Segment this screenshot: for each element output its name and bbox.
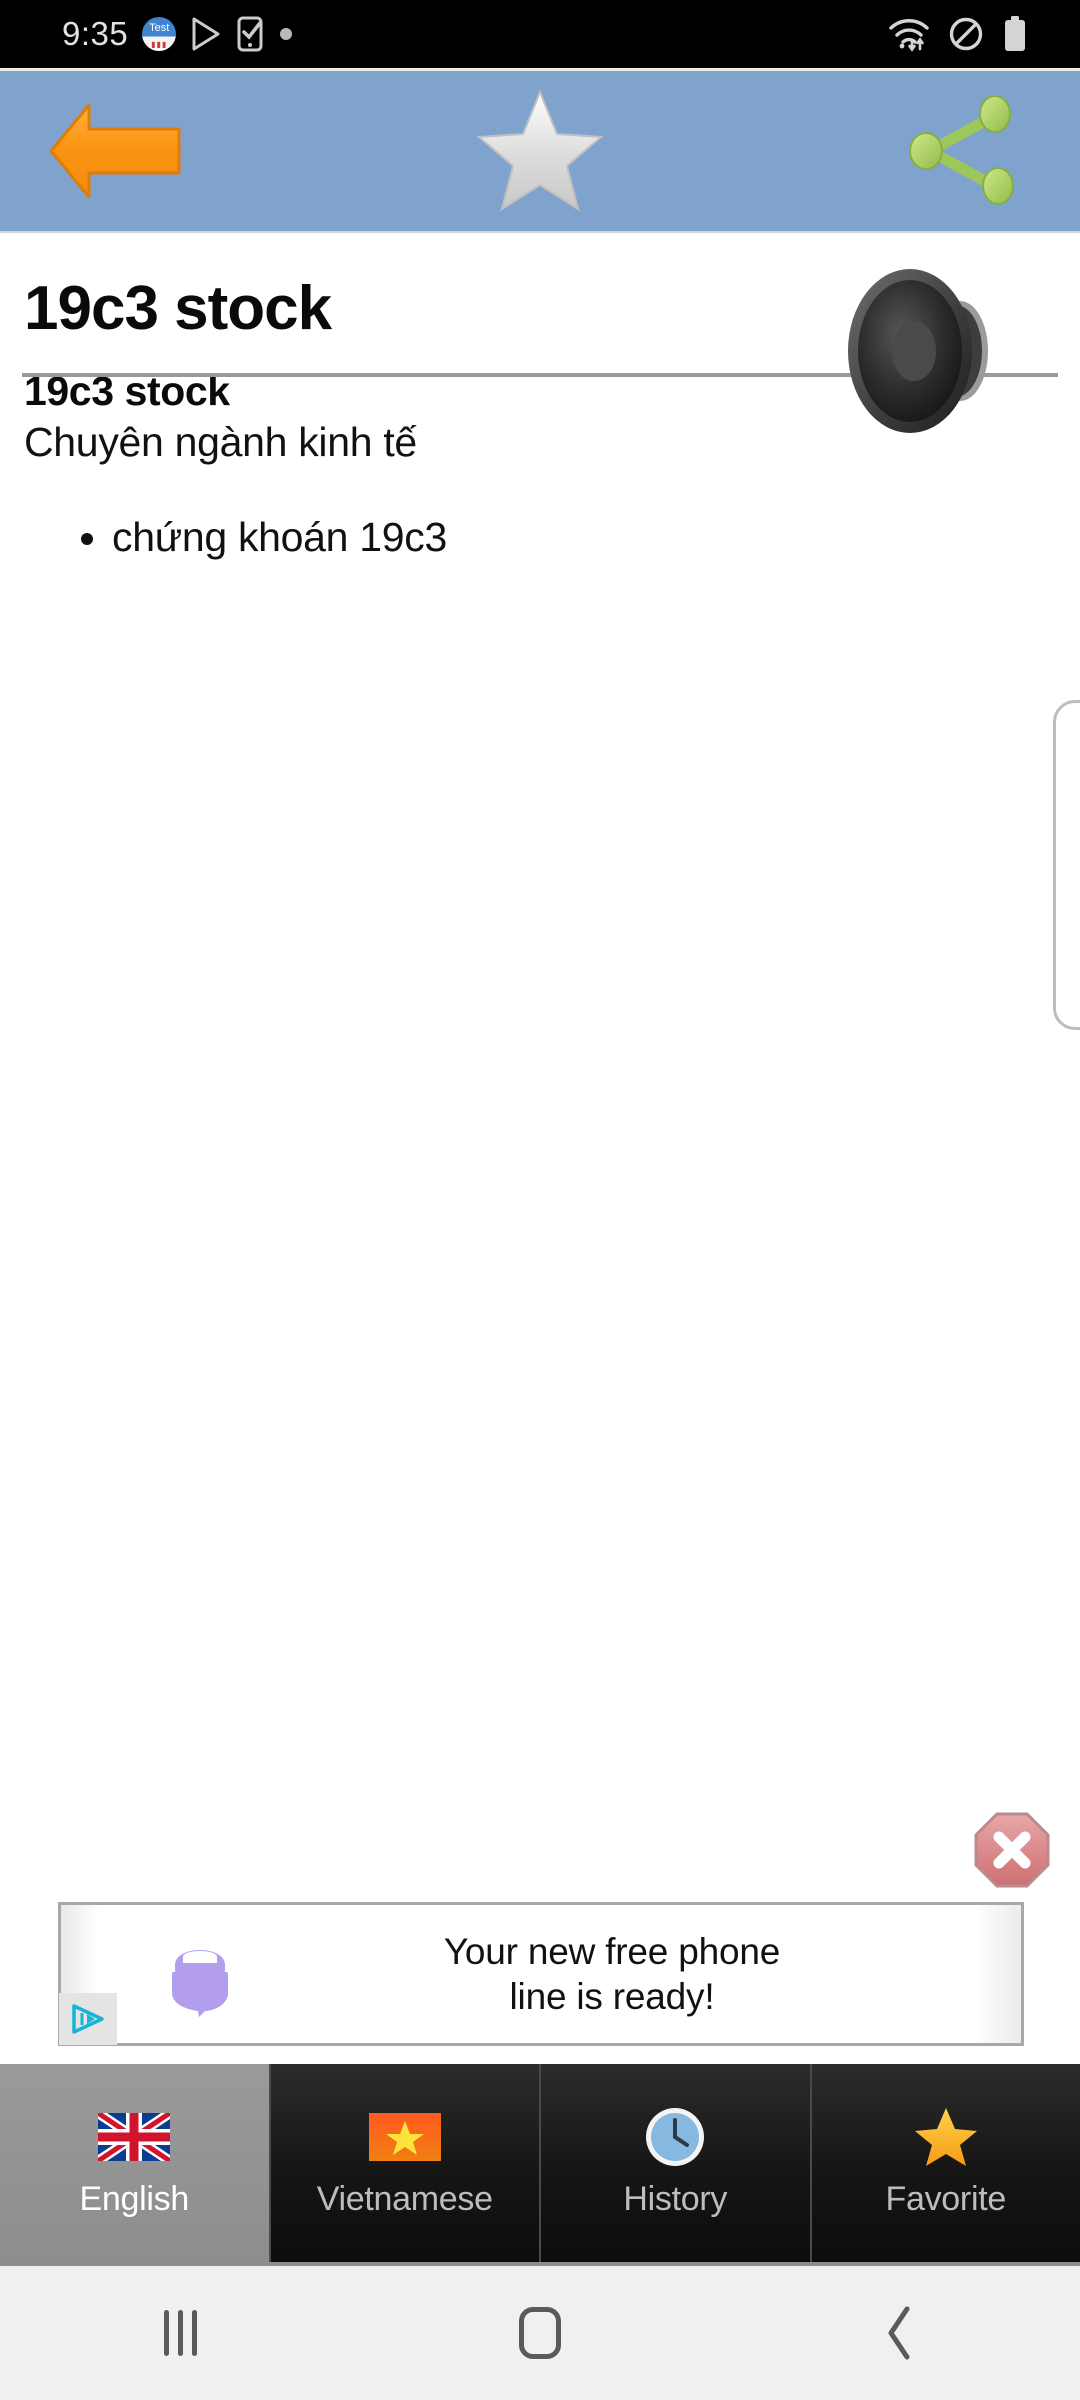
do-not-disturb-icon xyxy=(949,17,983,51)
tab-english[interactable]: English xyxy=(0,2064,271,2262)
tab-favorite-label: Favorite xyxy=(885,2179,1007,2218)
list-item: chứng khoán 19c3 xyxy=(112,510,1080,565)
ad-close-button[interactable] xyxy=(974,1812,1050,1888)
battery-icon xyxy=(1005,16,1025,51)
play-store-icon xyxy=(192,17,220,51)
wifi-icon xyxy=(889,19,929,52)
share-button[interactable] xyxy=(872,69,1052,234)
chat-bubble-icon xyxy=(157,1931,243,2017)
tab-vietnamese[interactable]: Vietnamese xyxy=(270,2064,541,2262)
star-filled-icon xyxy=(909,2107,983,2166)
tab-history[interactable]: History xyxy=(541,2064,812,2262)
screen: 9:35 Test ▮▮▮ 19c3 stock 19c3 stock Chuy… xyxy=(0,0,1080,2400)
back-arrow-icon xyxy=(49,103,181,199)
uk-flag-icon xyxy=(97,2108,171,2166)
ad-text: Your new free phone line is ready! xyxy=(243,1929,1021,2019)
android-nav-bar xyxy=(0,2266,1080,2400)
home-button[interactable] xyxy=(360,2307,720,2359)
app-toolbar xyxy=(0,68,1080,233)
status-bar: 9:35 Test ▮▮▮ xyxy=(0,0,1080,68)
ad-text-line2: line is ready! xyxy=(509,1976,715,2017)
share-icon xyxy=(909,96,1014,205)
dot-indicator-icon xyxy=(280,28,293,40)
clock-icon xyxy=(638,2107,712,2166)
status-bar-clock: 9:35 xyxy=(62,15,129,52)
content-area: 19c3 stock 19c3 stock Chuyên ngành kinh … xyxy=(0,235,1080,1830)
definition-list: chứng khoán 19c3 xyxy=(0,510,1080,565)
recents-icon xyxy=(163,2310,197,2356)
status-bar-left: 9:35 Test ▮▮▮ xyxy=(0,15,294,53)
test-app-icon: Test ▮▮▮ xyxy=(142,17,177,51)
back-nav-button[interactable] xyxy=(720,2305,1080,2361)
star-icon xyxy=(476,89,604,212)
ad-banner[interactable]: Your new free phone line is ready! xyxy=(58,1902,1024,2046)
ad-text-line1: Your new free phone xyxy=(443,1930,781,1972)
adchoices-icon[interactable] xyxy=(59,1993,117,2045)
ad-banner-inner: Your new free phone line is ready! xyxy=(59,1905,1021,2045)
tab-english-label: English xyxy=(79,2179,190,2218)
side-panel-card xyxy=(1053,700,1080,1030)
vietnam-flag-icon xyxy=(368,2108,442,2166)
favorite-button[interactable] xyxy=(440,69,640,234)
tab-favorite[interactable]: Favorite xyxy=(811,2064,1080,2262)
phone-check-icon xyxy=(237,16,263,52)
home-icon xyxy=(519,2307,561,2359)
bottom-tab-bar: English Vietnamese History Favorite xyxy=(0,2064,1080,2266)
speaker-icon[interactable] xyxy=(838,251,1018,451)
recents-button[interactable] xyxy=(0,2310,360,2356)
back-button[interactable] xyxy=(0,69,230,234)
status-bar-right xyxy=(888,15,1080,53)
tab-vietnamese-label: Vietnamese xyxy=(316,2179,493,2218)
nav-back-icon xyxy=(888,2306,910,2360)
close-octagon-icon xyxy=(974,1812,1050,1888)
tab-history-label: History xyxy=(623,2179,728,2218)
